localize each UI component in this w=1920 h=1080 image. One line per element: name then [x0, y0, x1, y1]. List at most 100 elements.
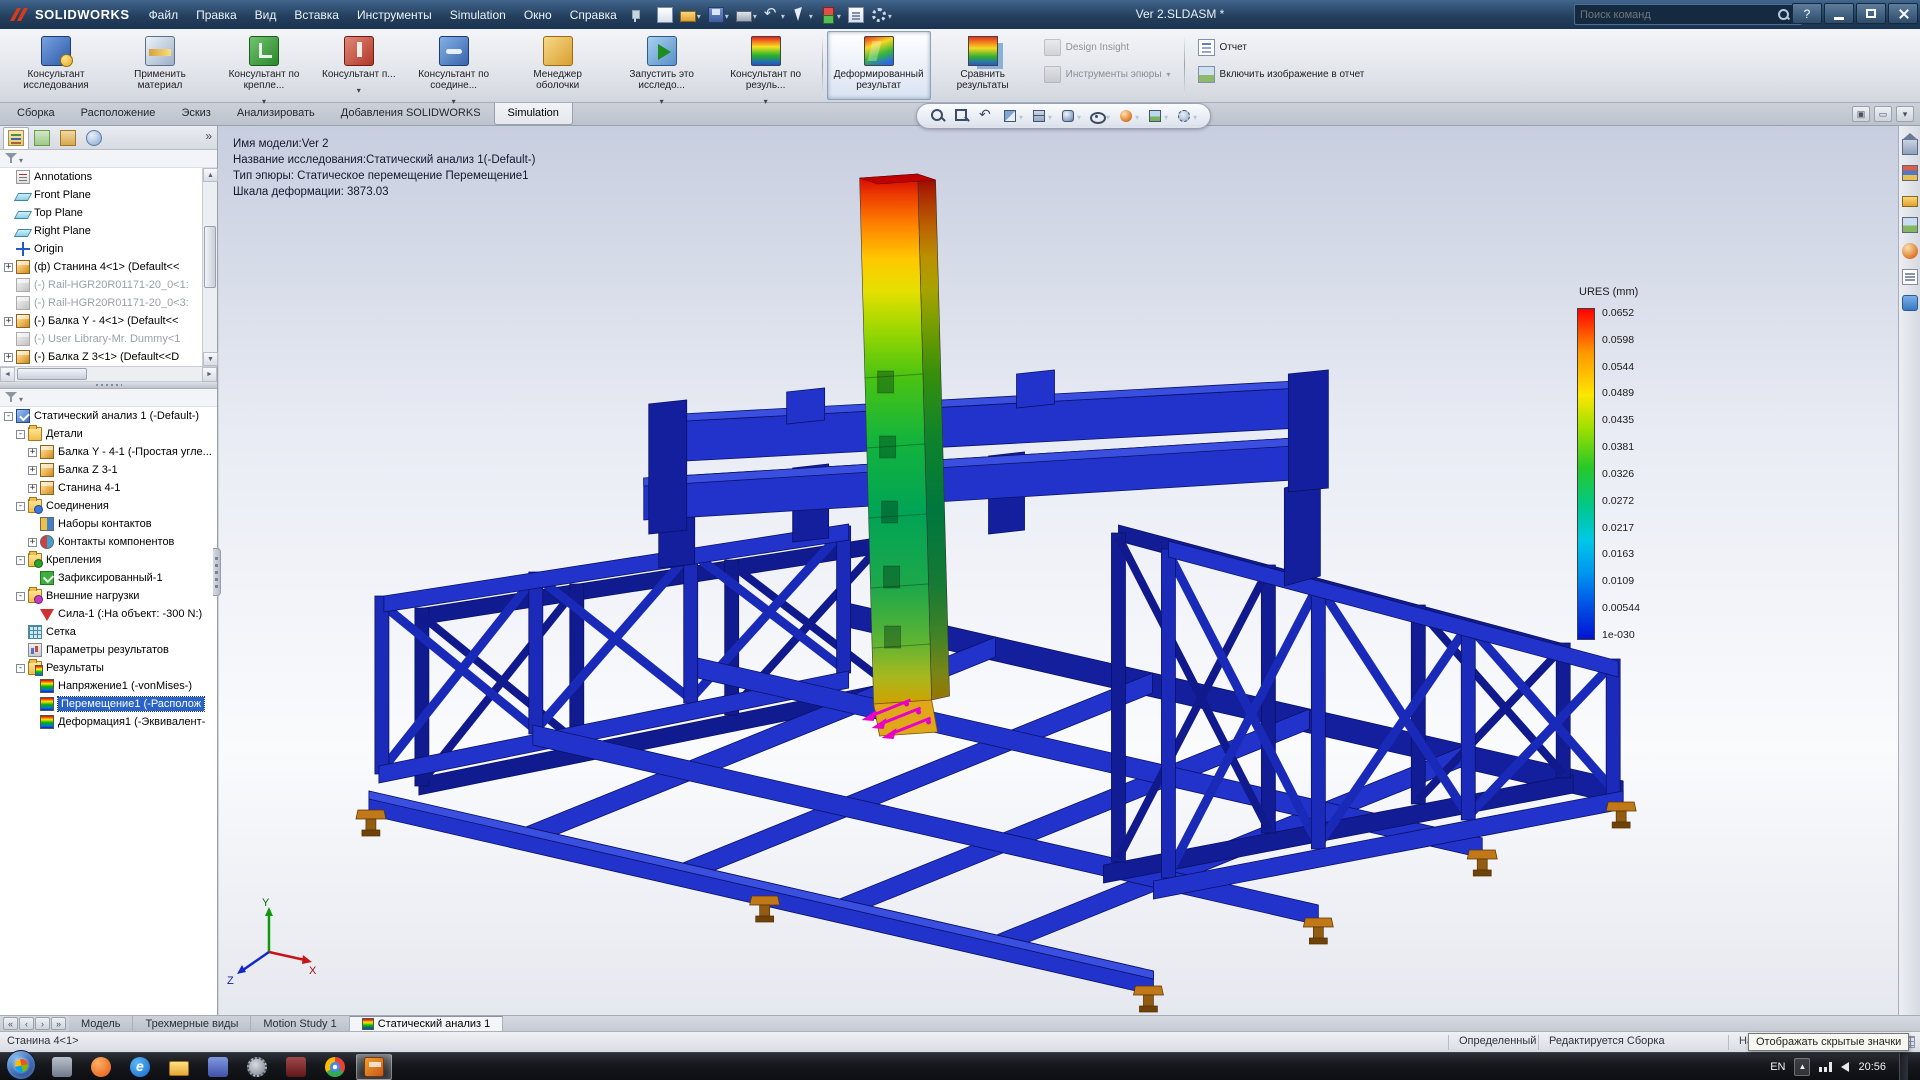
ribbon-small-button[interactable]: Отчет — [1193, 37, 1370, 58]
menu-item[interactable]: Правка — [187, 3, 246, 27]
menu-item[interactable]: Справка — [561, 3, 626, 27]
expander-icon[interactable]: + — [28, 448, 37, 457]
task-pane-button[interactable] — [1899, 212, 1920, 238]
command-search[interactable] — [1574, 4, 1802, 25]
tree-item[interactable]: + (-) Балка Y - 4<1> (Default<< — [0, 312, 202, 330]
show-hidden-icons-button[interactable]: ▲ — [1794, 1058, 1810, 1076]
taskbar-app-button[interactable] — [122, 1054, 158, 1080]
scroll-right-icon[interactable]: ► — [202, 367, 217, 382]
ribbon-button[interactable]: Консультант по резуль... — [714, 31, 818, 100]
expander-icon[interactable]: + — [4, 353, 13, 362]
search-input[interactable] — [1580, 9, 1775, 21]
view-tool-button[interactable] — [975, 105, 997, 127]
tree-item[interactable]: Right Plane — [0, 222, 202, 240]
tree-vertical-scrollbar[interactable]: ▲ ▼ — [202, 168, 217, 366]
tree-item[interactable]: Напряжение1 (-vonMises-) — [0, 677, 217, 695]
expander-icon[interactable]: - — [16, 556, 25, 565]
task-pane-button[interactable] — [1899, 238, 1920, 264]
restore-button[interactable] — [1856, 3, 1886, 24]
view-tool-button[interactable] — [1173, 105, 1200, 127]
expander-icon[interactable]: - — [16, 502, 25, 511]
tree-item[interactable]: (-) User Library-Mr. Dummy<1 — [0, 330, 202, 348]
graphics-viewport[interactable]: Y X Z Имя модели:Ver 2Название исследова… — [219, 126, 1898, 1015]
tree-item[interactable]: + Контакты компонентов — [0, 533, 217, 551]
tree-item[interactable]: + Станина 4-1 — [0, 479, 217, 497]
quick-access-button[interactable] — [868, 4, 895, 26]
quick-access-button[interactable] — [654, 5, 676, 25]
view-tool-button[interactable] — [927, 105, 949, 127]
feature-manager-tab[interactable] — [29, 127, 55, 149]
quick-access-button[interactable] — [761, 4, 788, 26]
menu-item[interactable]: Окно — [515, 3, 561, 27]
tree-item[interactable]: Annotations — [0, 168, 202, 186]
volume-icon[interactable] — [1841, 1062, 1849, 1072]
view-tool-button[interactable] — [999, 105, 1026, 127]
menu-item[interactable]: Simulation — [441, 3, 515, 27]
tree-item[interactable]: + Балка Z 3-1 — [0, 461, 217, 479]
quick-access-button[interactable] — [789, 4, 816, 26]
expander-icon[interactable]: - — [16, 664, 25, 673]
pin-icon[interactable] — [628, 8, 642, 22]
help-button[interactable]: ? — [1792, 3, 1822, 24]
tree-item[interactable]: (-) Rail-HGR20R01171-20_0<3: — [0, 294, 202, 312]
scrollbar-thumb[interactable] — [204, 226, 216, 288]
tree-item[interactable]: + Балка Y - 4-1 (-Простая угле... — [0, 443, 217, 461]
taskbar-app-button[interactable] — [317, 1054, 353, 1080]
panel-resize-grip[interactable] — [213, 548, 221, 596]
quick-access-button[interactable] — [817, 4, 844, 26]
minimize-button[interactable] — [1824, 3, 1854, 24]
feature-manager-tab[interactable] — [3, 127, 29, 149]
tree-item[interactable]: - Статический анализ 1 (-Default-) — [0, 407, 217, 425]
expander-icon[interactable]: + — [4, 317, 13, 326]
ribbon-pin-button[interactable]: ▣ — [1852, 106, 1870, 122]
command-tab[interactable]: Сборка — [4, 103, 68, 125]
taskbar-app-button[interactable] — [44, 1054, 80, 1080]
search-icon[interactable] — [1777, 8, 1790, 21]
view-tool-button[interactable] — [1144, 105, 1171, 127]
language-indicator[interactable]: EN — [1770, 1061, 1785, 1073]
taskbar-app-button[interactable] — [200, 1054, 236, 1080]
bottom-tab[interactable]: Статический анализ 1 — [350, 1016, 504, 1031]
tree-item[interactable]: - Крепления — [0, 551, 217, 569]
menu-item[interactable]: Вставка — [285, 3, 348, 27]
view-tool-button[interactable] — [1086, 105, 1113, 127]
feature-manager-tab[interactable] — [81, 127, 107, 149]
ribbon-small-button[interactable]: Design Insight — [1039, 37, 1176, 58]
tree-item[interactable]: - Детали — [0, 425, 217, 443]
tree-item[interactable]: Origin — [0, 240, 202, 258]
task-pane-button[interactable] — [1899, 186, 1920, 212]
task-pane-button[interactable] — [1899, 160, 1920, 186]
tree-item[interactable]: Сила-1 (:На объект: -300 N:) — [0, 605, 217, 623]
close-button[interactable] — [1888, 3, 1918, 24]
ribbon-button[interactable]: Консультант п... — [316, 31, 402, 100]
expander-icon[interactable]: + — [28, 484, 37, 493]
taskbar-app-button[interactable] — [161, 1054, 197, 1080]
ribbon-collapse-button[interactable]: ▭ — [1874, 106, 1892, 122]
tree-item[interactable]: Параметры результатов — [0, 641, 217, 659]
ribbon-button[interactable]: Сравнить результаты — [931, 31, 1035, 100]
ribbon-options-button[interactable]: ▾ — [1896, 106, 1914, 122]
view-tool-button[interactable] — [951, 105, 973, 127]
expander-icon[interactable]: - — [4, 412, 13, 421]
ribbon-button[interactable]: Менеджер оболочки — [506, 31, 610, 100]
feature-manager-tab[interactable] — [55, 127, 81, 149]
tree-item[interactable]: Наборы контактов — [0, 515, 217, 533]
view-tool-button[interactable] — [1115, 105, 1142, 127]
menu-item[interactable]: Инструменты — [348, 3, 441, 27]
scroll-down-icon[interactable]: ▼ — [203, 352, 218, 366]
command-tab[interactable]: Simulation — [494, 103, 573, 125]
ribbon-button[interactable]: Деформированный результат — [827, 31, 931, 100]
bottom-tab[interactable]: Модель — [69, 1016, 133, 1031]
tree-item[interactable]: Front Plane — [0, 186, 202, 204]
tab-nav-arrow-icon[interactable]: › — [35, 1017, 50, 1030]
command-tab[interactable]: Эскиз — [168, 103, 223, 125]
tree-item[interactable]: (-) Rail-HGR20R01171-20_0<1: — [0, 276, 202, 294]
quick-access-button[interactable] — [845, 5, 867, 25]
command-tab[interactable]: Расположение — [68, 103, 169, 125]
taskbar-app-button[interactable] — [83, 1054, 119, 1080]
tab-nav-arrow-icon[interactable]: ‹ — [19, 1017, 34, 1030]
tree-splitter[interactable] — [0, 382, 217, 389]
tree-item[interactable]: Перемещение1 (-Располож — [0, 695, 217, 713]
ribbon-small-button[interactable]: Инструменты эпюры — [1039, 64, 1176, 85]
expander-icon[interactable]: - — [16, 592, 25, 601]
